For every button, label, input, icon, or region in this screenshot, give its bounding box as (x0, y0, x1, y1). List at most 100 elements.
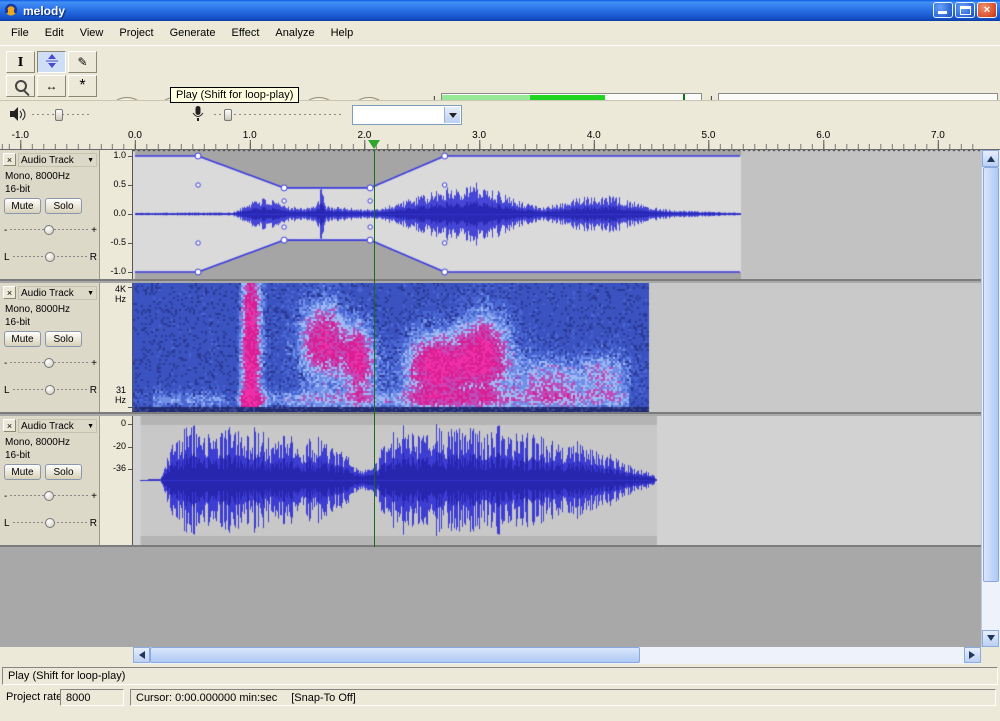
ruler-label: 6.0 (816, 130, 830, 141)
solo-button[interactable]: Solo (45, 464, 82, 480)
input-volume-slider[interactable] (214, 108, 344, 122)
project-rate-label: Project rate: (6, 691, 65, 703)
track-area: × Audio Track ▼ Mono, 8000Hz 16-bit Mute… (0, 150, 1000, 647)
timeline-ruler[interactable]: -1.0 0.0 1.0 2.0 3.0 4.0 5.0 6.0 7.0 (0, 128, 1000, 150)
magnifier-icon (15, 80, 27, 92)
horizontal-scrollbar[interactable] (133, 647, 981, 664)
ruler-label: 5.0 (702, 130, 716, 141)
chevron-down-icon (449, 113, 457, 122)
vertical-scrollbar[interactable] (981, 150, 1000, 647)
track-title: Audio Track (21, 288, 74, 299)
ruler-label: 1.0 (243, 130, 257, 141)
menu-generate[interactable]: Generate (162, 23, 224, 43)
track-close-button[interactable]: × (3, 419, 16, 432)
zoom-tool-button[interactable] (6, 75, 35, 97)
dropdown-arrow-icon: ▼ (87, 423, 94, 430)
spectrogram-display-area[interactable] (133, 283, 981, 412)
dropdown-arrow-icon: ▼ (87, 290, 94, 297)
window-controls: × (933, 2, 997, 18)
pan-slider-thumb[interactable] (45, 252, 55, 262)
app-icon (4, 2, 18, 19)
pan-slider-thumb[interactable] (45, 385, 55, 395)
draw-tool-button[interactable]: ✎ (68, 51, 97, 73)
playhead-line (374, 150, 375, 547)
minimize-button[interactable] (933, 2, 953, 18)
menu-analyze[interactable]: Analyze (267, 23, 322, 43)
menu-view[interactable]: View (72, 23, 112, 43)
audio-track-3: × Audio Track ▼ Mono, 8000Hz 16-bit Mute… (0, 416, 981, 547)
selection-tool-button[interactable]: I (6, 51, 35, 73)
snap-to-status: [Snap-To Off] (291, 692, 356, 704)
multi-tool-button[interactable]: * (68, 75, 97, 97)
speaker-icon (10, 107, 27, 125)
pan-slider-thumb[interactable] (45, 518, 55, 528)
pan-slider[interactable]: LR (4, 382, 97, 398)
waveform-db-canvas[interactable] (133, 416, 981, 545)
gain-slider[interactable]: -+ (4, 222, 97, 238)
envelope-tool-button[interactable] (37, 51, 66, 73)
arrow-down-icon (987, 635, 995, 645)
vertical-scroll-thumb[interactable] (983, 167, 999, 582)
track-title-dropdown[interactable]: Audio Track ▼ (18, 286, 97, 300)
menu-effect[interactable]: Effect (223, 23, 267, 43)
track-close-button[interactable]: × (3, 153, 16, 166)
timeshift-tool-button[interactable]: ↔ (37, 75, 66, 97)
scroll-left-button[interactable] (133, 647, 150, 663)
output-volume-slider[interactable] (32, 108, 92, 122)
vertical-scale-ruler[interactable]: 0 -20 -36 (100, 416, 133, 545)
close-button[interactable]: × (977, 2, 997, 18)
status-message-box: Play (Shift for loop-play) (2, 667, 998, 685)
track-title-dropdown[interactable]: Audio Track ▼ (18, 153, 97, 167)
track-format: Mono, 8000Hz (5, 171, 70, 182)
spectrogram-canvas[interactable] (133, 283, 981, 412)
horizontal-scrollbar-row (0, 647, 1000, 664)
waveform-display-area[interactable] (133, 150, 981, 279)
mute-button[interactable]: Mute (4, 331, 41, 347)
track-title-dropdown[interactable]: Audio Track ▼ (18, 419, 97, 433)
solo-button[interactable]: Solo (45, 331, 82, 347)
menu-edit[interactable]: Edit (37, 23, 72, 43)
arrow-left-icon (135, 651, 145, 659)
ruler-label: 0.0 (128, 130, 142, 141)
gain-slider[interactable]: -+ (4, 488, 97, 504)
gain-slider-thumb[interactable] (44, 491, 54, 501)
waveform-display-area[interactable] (133, 416, 981, 545)
playhead-marker[interactable] (368, 140, 380, 149)
menu-help[interactable]: Help (323, 23, 362, 43)
menu-bar: File Edit View Project Generate Effect A… (0, 21, 1000, 45)
scroll-right-button[interactable] (964, 647, 981, 663)
pan-slider[interactable]: LR (4, 249, 97, 265)
menu-project[interactable]: Project (111, 23, 161, 43)
status-bar: Play (Shift for loop-play) (0, 666, 1000, 686)
dropdown-arrow-icon: ▼ (87, 157, 94, 164)
scrollbar-corner (981, 647, 1000, 664)
gain-slider-thumb[interactable] (44, 358, 54, 368)
project-rate-box[interactable]: 8000 (60, 689, 124, 706)
gain-slider-thumb[interactable] (44, 225, 54, 235)
scroll-down-button[interactable] (982, 630, 999, 647)
maximize-button[interactable] (955, 2, 975, 18)
audacity-window: melody × File Edit View Project Generate… (0, 0, 1000, 721)
solo-button[interactable]: Solo (45, 198, 82, 214)
microphone-icon (192, 106, 204, 125)
menu-file[interactable]: File (3, 23, 37, 43)
mute-button[interactable]: Mute (4, 464, 41, 480)
mute-button[interactable]: Mute (4, 198, 41, 214)
gain-slider[interactable]: -+ (4, 355, 97, 371)
status-message: Play (Shift for loop-play) (8, 670, 125, 682)
combobox-dropdown-button[interactable] (444, 107, 460, 123)
waveform-envelope-canvas[interactable] (133, 150, 981, 279)
track-close-button[interactable]: × (3, 286, 16, 299)
scroll-up-button[interactable] (982, 150, 999, 167)
mixer-edit-toolbar: ✂ ↶ ↷ + - (0, 100, 1000, 128)
vertical-scale-ruler[interactable]: 4K Hz 31 Hz (100, 283, 133, 412)
horizontal-scroll-thumb[interactable] (150, 647, 640, 663)
input-source-combobox[interactable] (352, 105, 462, 125)
ruler-label: -1.0 (12, 130, 29, 141)
play-button-tooltip: Play (Shift for loop-play) (170, 87, 299, 103)
pan-slider[interactable]: LR (4, 515, 97, 531)
title-bar[interactable]: melody × (0, 0, 1000, 21)
vertical-scale-ruler[interactable]: 1.0 0.5 0.0 -0.5 -1.0 (100, 150, 133, 279)
track-title: Audio Track (21, 421, 74, 432)
track-control-panel: × Audio Track ▼ Mono, 8000Hz 16-bit Mute… (0, 150, 100, 279)
